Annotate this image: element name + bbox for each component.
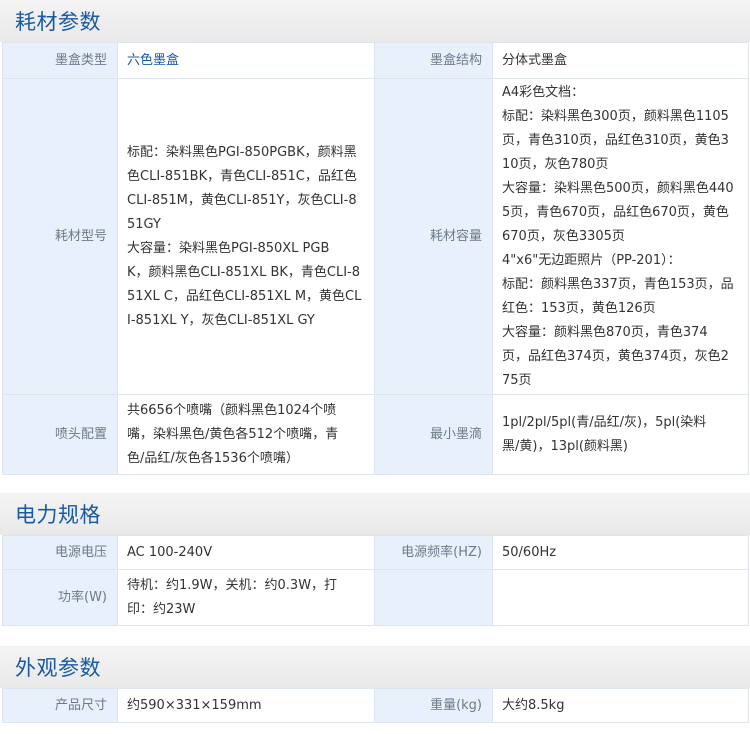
table-row: 电源电压 AC 100-240V 电源频率(HZ) 50/60Hz: [2, 535, 749, 570]
section-title-power: 电力规格: [15, 503, 101, 527]
consumable-capacity-value: A4彩色文档： 标配：染料黑色300页，颜料黑色1105 页，青色310页，品红…: [492, 78, 749, 395]
table-row: 喷头配置 共6656个喷嘴（颜料黑色1024个喷 嘴，染料黑色/黄色各512个喷…: [2, 394, 749, 475]
power-w-label: 功率(W): [2, 569, 118, 626]
weight-label: 重量(kg): [374, 688, 493, 723]
power-w-value: 待机：约1.9W，关机：约0.3W，打 印：约23W: [117, 569, 375, 626]
voltage-value: AC 100-240V: [117, 535, 375, 570]
empty-value: [492, 569, 749, 626]
nozzle-config-label: 喷头配置: [2, 394, 118, 475]
section-title-appearance: 外观参数: [15, 656, 101, 680]
min-droplet-label: 最小墨滴: [374, 394, 493, 475]
section-header-appearance: 外观参数: [0, 646, 750, 688]
frequency-value: 50/60Hz: [492, 535, 749, 570]
empty-label: [374, 569, 493, 626]
cartridge-structure-label: 墨盒结构: [374, 42, 493, 79]
frequency-label: 电源频率(HZ): [374, 535, 493, 570]
section-title-consumables: 耗材参数: [15, 10, 101, 34]
voltage-label: 电源电压: [2, 535, 118, 570]
consumable-capacity-label: 耗材容量: [374, 78, 493, 395]
weight-value: 大约8.5kg: [492, 688, 749, 723]
cartridge-type-label: 墨盒类型: [2, 42, 118, 79]
power-table: 电源电压 AC 100-240V 电源频率(HZ) 50/60Hz 功率(W) …: [2, 535, 749, 626]
size-label: 产品尺寸: [2, 688, 118, 723]
table-row: 功率(W) 待机：约1.9W，关机：约0.3W，打 印：约23W: [2, 569, 749, 626]
section-header-power: 电力规格: [0, 493, 750, 535]
table-row: 产品尺寸 约590×331×159mm 重量(kg) 大约8.5kg: [2, 688, 749, 723]
table-row: 耗材型号 标配：染料黑色PGI-850PGBK，颜料黑 色CLI-851BK，青…: [2, 78, 749, 395]
appearance-table: 产品尺寸 约590×331×159mm 重量(kg) 大约8.5kg: [2, 688, 749, 723]
consumable-model-label: 耗材型号: [2, 78, 118, 395]
size-value: 约590×331×159mm: [117, 688, 375, 723]
cartridge-type-value: 六色墨盒: [117, 42, 375, 79]
section-header-consumables: 耗材参数: [0, 0, 750, 42]
consumable-model-value: 标配：染料黑色PGI-850PGBK，颜料黑 色CLI-851BK，青色CLI-…: [117, 78, 375, 395]
cartridge-structure-value: 分体式墨盒: [492, 42, 749, 79]
nozzle-config-value: 共6656个喷嘴（颜料黑色1024个喷 嘴，染料黑色/黄色各512个喷嘴，青 色…: [117, 394, 375, 475]
min-droplet-value: 1pl/2pl/5pl(青/品红/灰)，5pl(染料 黑/黄)，13pl(颜料黑…: [492, 394, 749, 475]
consumables-table: 墨盒类型 六色墨盒 墨盒结构 分体式墨盒 耗材型号 标配：染料黑色PGI-850…: [2, 42, 749, 475]
table-row: 墨盒类型 六色墨盒 墨盒结构 分体式墨盒: [2, 42, 749, 79]
